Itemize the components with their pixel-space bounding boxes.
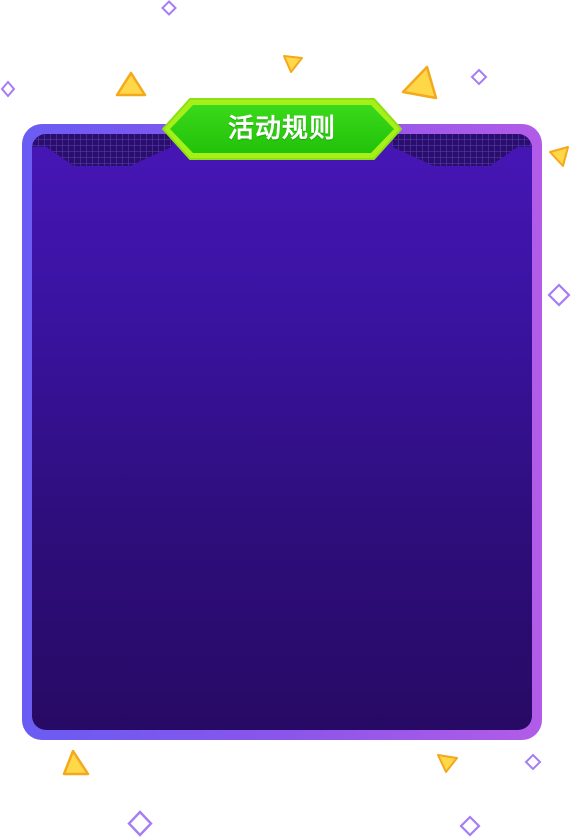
grid-decoration-left <box>32 134 172 166</box>
triangle-icon <box>115 71 147 97</box>
diamond-icon <box>524 753 542 771</box>
rules-modal: 活动规则 <box>0 0 571 837</box>
page-title: 活动规则 <box>227 114 336 144</box>
triangle-icon <box>283 55 303 73</box>
triangle-icon <box>437 754 458 773</box>
triangle-icon <box>401 65 438 100</box>
diamond-icon <box>161 0 177 16</box>
rules-panel-frame <box>22 124 542 740</box>
diamond-icon <box>547 283 571 307</box>
diamond-icon <box>459 815 481 837</box>
triangle-icon <box>62 749 90 776</box>
triangle-icon <box>549 146 569 167</box>
diamond-icon <box>470 68 488 86</box>
diamond-icon <box>127 810 153 837</box>
diamond-icon <box>0 80 16 98</box>
grid-decoration-right <box>392 134 532 166</box>
title-badge: 活动规则 <box>160 96 404 162</box>
rules-panel-body <box>32 134 532 730</box>
